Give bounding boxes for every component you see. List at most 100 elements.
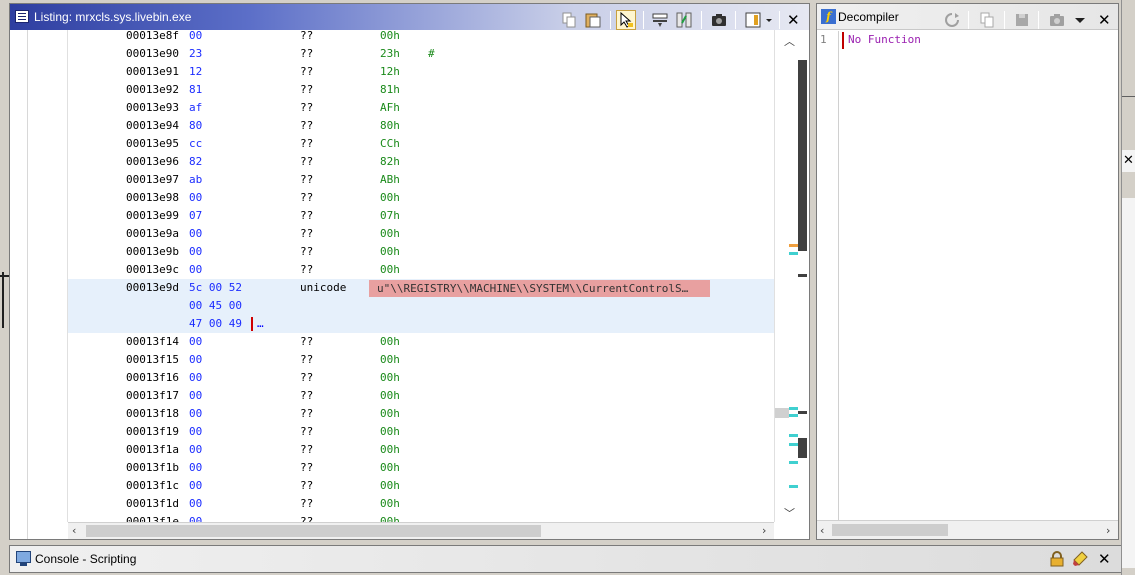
row-operand[interactable]: 12h — [380, 63, 400, 81]
cursor-select-button[interactable] — [616, 10, 636, 30]
row-address[interactable]: 00013e94 — [126, 117, 179, 135]
scroll-thumb[interactable] — [798, 60, 807, 101]
row-address[interactable]: 00013e9d — [126, 279, 179, 297]
scroll-thumb[interactable] — [86, 525, 541, 537]
row-operand[interactable]: 00h — [380, 423, 400, 441]
row-mnemonic[interactable]: ?? — [300, 171, 313, 189]
decomp-menu-button[interactable] — [1073, 10, 1087, 30]
row-operand[interactable]: 00h — [380, 387, 400, 405]
row-operand[interactable]: 00h — [380, 405, 400, 423]
row-address[interactable]: 00013f16 — [126, 369, 179, 387]
listing-row[interactable]: 00013e9a 00?? 00h — [68, 225, 774, 243]
listing-row[interactable]: 00013f1d 00?? 00h — [68, 495, 774, 513]
row-operand[interactable]: ABh — [380, 171, 400, 189]
row-operand[interactable]: 00h — [380, 243, 400, 261]
row-address[interactable]: 00013f17 — [126, 387, 179, 405]
scroll-left-icon[interactable]: ‹ — [820, 525, 824, 537]
listing-row[interactable]: 00013f14 00?? 00h — [68, 333, 774, 351]
scroll-left-icon[interactable]: ‹ — [72, 525, 76, 537]
refresh-button[interactable] — [942, 10, 962, 30]
column-config-button[interactable] — [743, 10, 763, 30]
listing-row[interactable]: 00013f1c 00?? 00h — [68, 477, 774, 495]
row-mnemonic[interactable]: ?? — [300, 81, 313, 99]
row-mnemonic[interactable]: ?? — [300, 405, 313, 423]
row-address[interactable]: 00013f15 — [126, 351, 179, 369]
listing-overview-bar[interactable]: ︿ ﹀ — [774, 30, 809, 522]
listing-close-button[interactable]: ✕ — [785, 10, 805, 30]
listing-row[interactable]: 47 00 49… — [68, 315, 774, 333]
field-layout-button[interactable] — [650, 10, 670, 30]
row-operand[interactable]: 80h — [380, 117, 400, 135]
row-address[interactable]: 00013e91 — [126, 63, 179, 81]
listing-row[interactable]: 00013f18 00?? 00h — [68, 405, 774, 423]
row-address[interactable]: 00013e98 — [126, 189, 179, 207]
listing-row[interactable]: 00013f16 00?? 00h — [68, 369, 774, 387]
row-mnemonic[interactable]: ?? — [300, 423, 313, 441]
listing-row[interactable]: 00013f1b 00?? 00h — [68, 459, 774, 477]
listing-row[interactable]: 00013e99 07?? 07h — [68, 207, 774, 225]
row-address[interactable]: 00013e92 — [126, 81, 179, 99]
listing-row[interactable]: 00013f15 00?? 00h — [68, 351, 774, 369]
snapshot-button[interactable] — [709, 10, 729, 30]
diff-view-button[interactable] — [674, 10, 694, 30]
row-operand[interactable]: 00h — [380, 333, 400, 351]
row-operand[interactable]: 00h — [380, 495, 400, 513]
row-address[interactable]: 00013f1b — [126, 459, 179, 477]
decompiler-horizontal-scrollbar[interactable]: ‹ › — [817, 520, 1118, 539]
row-operand[interactable]: 82h — [380, 153, 400, 171]
row-mnemonic[interactable]: ?? — [300, 333, 313, 351]
listing-row[interactable]: 00013e98 00?? 00h — [68, 189, 774, 207]
listing-row[interactable]: 00013e92 81?? 81h — [68, 81, 774, 99]
row-mnemonic[interactable]: ?? — [300, 459, 313, 477]
row-operand[interactable]: 81h — [380, 81, 400, 99]
decompiler-code[interactable]: No Function — [839, 31, 1118, 520]
row-operand[interactable]: 00h — [380, 513, 400, 522]
row-address[interactable]: 00013f1e — [126, 513, 179, 522]
listing-row[interactable]: 00013f19 00?? 00h — [68, 423, 774, 441]
row-operand[interactable]: AFh — [380, 99, 400, 117]
row-mnemonic[interactable]: ?? — [300, 189, 313, 207]
row-mnemonic[interactable]: ?? — [300, 513, 313, 522]
row-address[interactable]: 00013f19 — [126, 423, 179, 441]
listing-row[interactable]: 00013f1a 00?? 00h — [68, 441, 774, 459]
listing-row[interactable]: 00013e95 cc?? CCh — [68, 135, 774, 153]
scroll-right-icon[interactable]: › — [762, 525, 766, 537]
row-operand[interactable]: 00h — [380, 261, 400, 279]
decomp-copy-button[interactable] — [977, 10, 997, 30]
row-address[interactable]: 00013e8f — [126, 30, 179, 45]
listing-row[interactable]: 00013f17 00?? 00h — [68, 387, 774, 405]
scroll-down-icon[interactable]: ﹀ — [784, 508, 795, 520]
scroll-up-icon[interactable]: ︿ — [784, 36, 795, 48]
row-address[interactable]: 00013e9b — [126, 243, 179, 261]
listing-row[interactable]: 00013e90 23?? 23h # — [68, 45, 774, 63]
row-mnemonic[interactable]: ?? — [300, 99, 313, 117]
listing-menu-button[interactable] — [763, 10, 775, 30]
decomp-close-button[interactable]: ✕ — [1096, 10, 1116, 30]
row-mnemonic[interactable]: ?? — [300, 243, 313, 261]
row-mnemonic[interactable]: ?? — [300, 117, 313, 135]
listing-row[interactable]: 00013e94 80?? 80h — [68, 117, 774, 135]
row-operand[interactable]: CCh — [380, 135, 400, 153]
row-operand[interactable]: 00h — [380, 30, 400, 45]
row-mnemonic[interactable]: ?? — [300, 369, 313, 387]
row-mnemonic[interactable]: ?? — [300, 63, 313, 81]
row-address[interactable]: 00013f14 — [126, 333, 179, 351]
decomp-snapshot-button[interactable] — [1047, 10, 1067, 30]
listing-row[interactable]: 00013e9d 5c 00 52 unicode u"\\REGISTRY\\MAC… — [68, 279, 774, 297]
more-bytes-indicator[interactable]: … — [257, 315, 264, 333]
row-operand[interactable]: 00h — [380, 369, 400, 387]
paste-button[interactable] — [583, 10, 603, 30]
row-operand[interactable]: 00h — [380, 441, 400, 459]
row-mnemonic[interactable]: ?? — [300, 261, 313, 279]
row-mnemonic[interactable]: ?? — [300, 207, 313, 225]
row-operand[interactable]: 23h — [380, 45, 400, 63]
row-address[interactable]: 00013e9a — [126, 225, 179, 243]
row-address[interactable]: 00013e97 — [126, 171, 179, 189]
row-operand[interactable]: 00h — [380, 225, 400, 243]
listing-row[interactable]: 00013e8f 00?? 00h — [68, 30, 774, 45]
row-mnemonic[interactable]: ?? — [300, 477, 313, 495]
row-address[interactable]: 00013f18 — [126, 405, 179, 423]
listing-row[interactable]: 00013e93 af?? AFh — [68, 99, 774, 117]
listing-row[interactable]: 00013e9b 00?? 00h — [68, 243, 774, 261]
listing-row[interactable]: 00 45 00 — [68, 297, 774, 315]
